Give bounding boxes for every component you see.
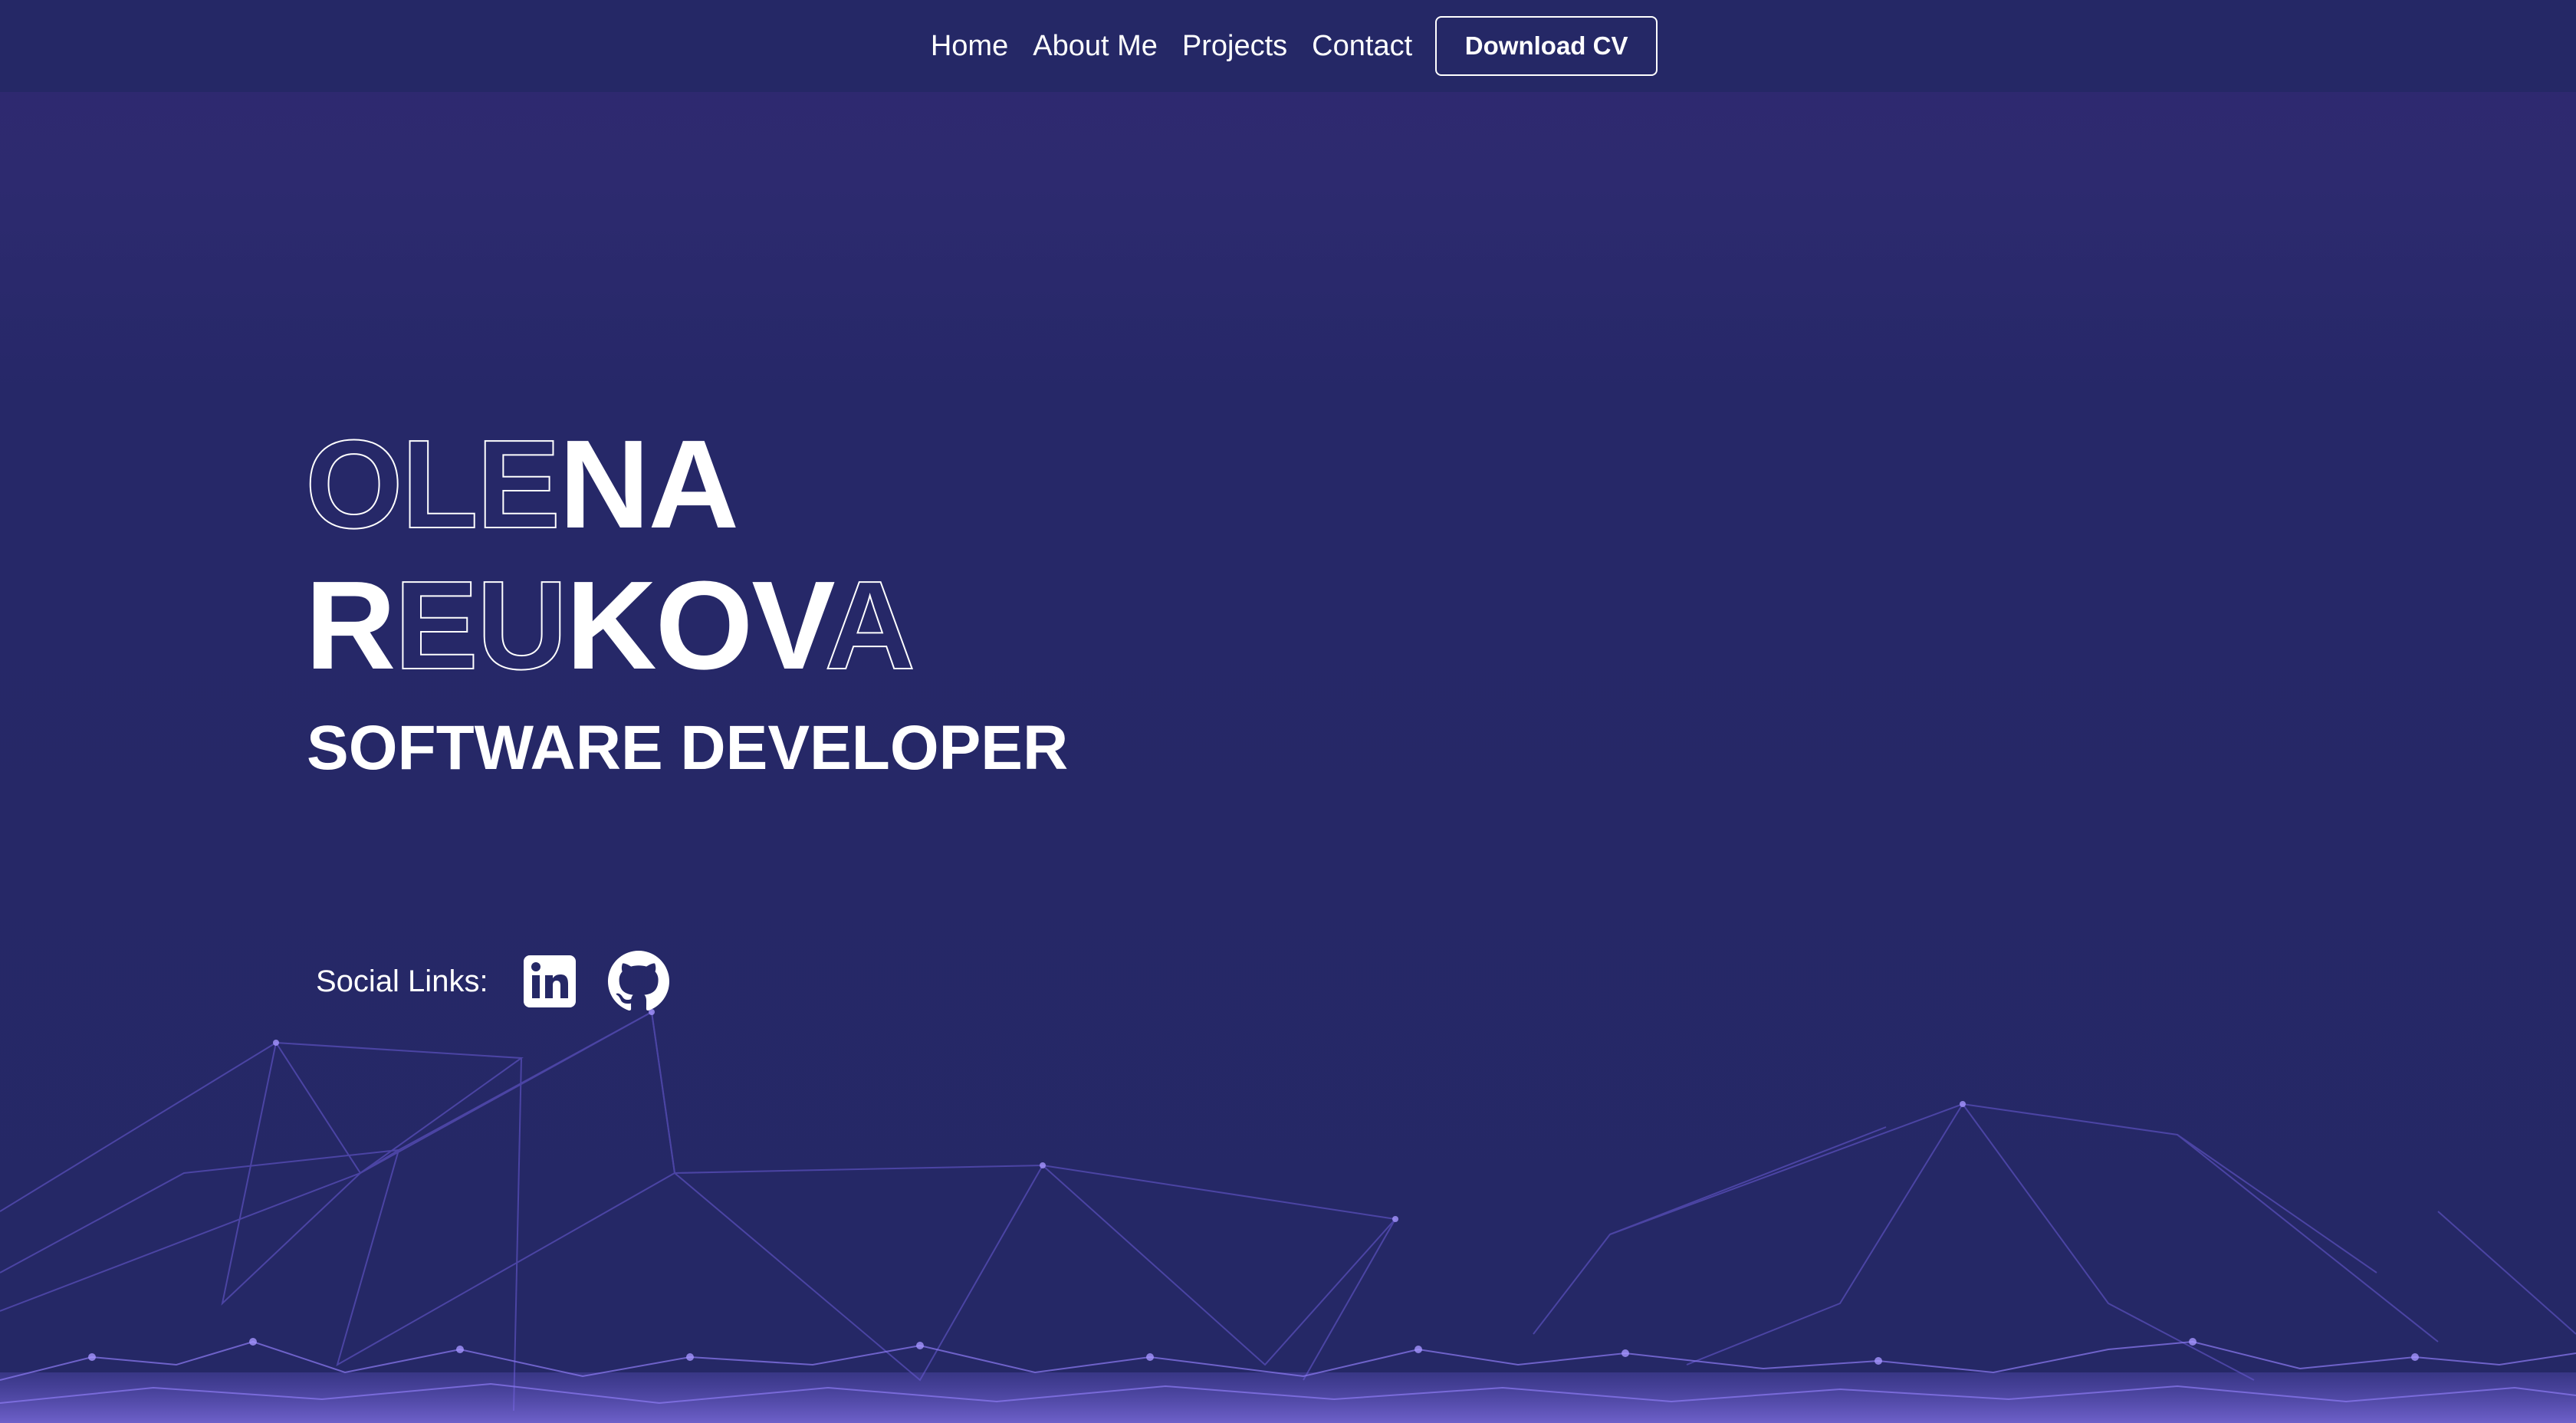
last-name: REUKOVA: [305, 554, 916, 696]
social-links: Social Links:: [316, 949, 669, 1014]
nav-link-about-me[interactable]: About Me: [1020, 23, 1170, 69]
hero-name: OLENA REUKOVA: [304, 413, 916, 696]
first-name-letter: A: [648, 414, 739, 554]
last-name-letter: A: [823, 554, 915, 696]
github-link[interactable]: [607, 951, 669, 1012]
top-navigation: Home About Me Projects Contact Download …: [0, 0, 2576, 92]
linkedin-link[interactable]: [519, 951, 580, 1012]
portfolio-page: Home About Me Projects Contact Download …: [0, 0, 2576, 1423]
last-name-letter: E: [393, 554, 478, 696]
linkedin-icon: [523, 955, 576, 1007]
social-links-label: Social Links:: [316, 964, 488, 998]
download-cv-button[interactable]: Download CV: [1435, 16, 1658, 76]
last-name-letter: K: [566, 555, 656, 695]
last-name-letter: U: [476, 554, 568, 696]
first-name-letter: O: [304, 413, 404, 555]
first-name-letter: L: [401, 413, 479, 555]
first-name-letter: E: [476, 413, 561, 555]
nav-link-contact[interactable]: Contact: [1300, 23, 1424, 69]
nav-link-home[interactable]: Home: [918, 23, 1020, 69]
last-name-letter: O: [655, 555, 754, 695]
network-mesh-background: [0, 1009, 2576, 1423]
nav-links: Home About Me Projects Contact Download …: [918, 16, 1658, 76]
job-title: SOFTWARE DEVELOPER: [307, 713, 1069, 783]
last-name-letter: R: [305, 555, 396, 695]
github-icon: [607, 951, 669, 1011]
first-name: OLENA: [304, 413, 914, 555]
last-name-letter: V: [751, 555, 826, 695]
nav-link-projects[interactable]: Projects: [1170, 23, 1300, 69]
first-name-letter: N: [559, 414, 649, 554]
